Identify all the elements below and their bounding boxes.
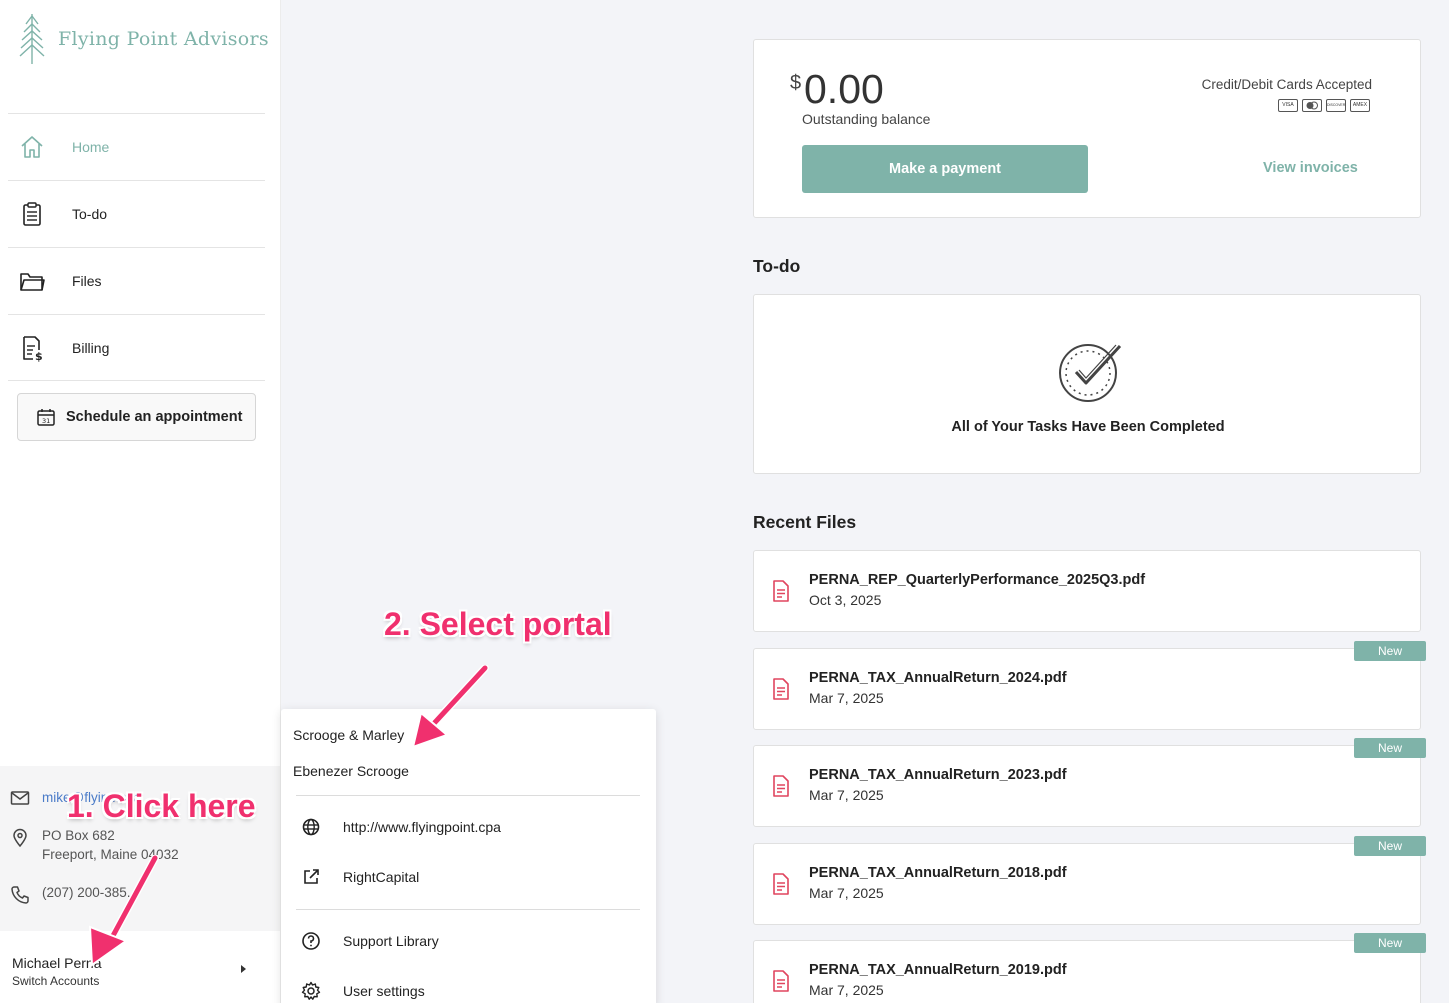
mastercard-icon [1302,99,1322,112]
balance-amount: 0.00 [804,66,884,112]
brand-logo[interactable]: Flying Point Advisors [18,12,269,66]
balance-label: Outstanding balance [802,111,931,127]
home-icon [8,134,56,160]
contact-address-line1: PO Box 682 [42,828,115,843]
new-badge: New [1354,933,1426,953]
pdf-file-icon [773,775,789,797]
pdf-file-icon [773,970,789,992]
file-name: PERNA_TAX_AnnualReturn_2019.pdf [809,962,1067,978]
todo-section-title: To-do [753,256,801,276]
file-name: PERNA_TAX_AnnualReturn_2018.pdf [809,865,1067,881]
pdf-file-icon [773,873,789,895]
tree-logo-icon [19,14,45,64]
phone-icon [11,886,29,904]
pdf-file-icon [773,580,789,602]
caret-right-icon [241,965,246,973]
brand-name: Flying Point Advisors [58,28,269,50]
file-name: PERNA_REP_QuarterlyPerformance_2025Q3.pd… [809,572,1146,588]
mail-icon [10,791,30,805]
nav-files-label: Files [72,273,102,289]
sidebar: Flying Point Advisors Home To-do Files $… [0,0,281,1003]
cards-accepted-label: Credit/Debit Cards Accepted [1201,77,1372,92]
file-row[interactable]: PERNA_TAX_AnnualReturn_2018.pdf Mar 7, 2… [753,843,1421,925]
user-settings-link[interactable]: User settings [343,983,425,999]
nav-billing[interactable]: $ Billing [8,314,265,381]
help-circle-icon [302,932,320,950]
tasks-complete-message: All of Your Tasks Have Been Completed [951,419,1225,435]
discover-card-icon: DISCOVER [1326,99,1346,112]
annotation-select-portal: 2. Select portal [384,606,612,642]
menu-divider [296,795,640,796]
billing-icon: $ [8,334,56,362]
file-date: Mar 7, 2025 [809,787,884,803]
file-date: Mar 7, 2025 [809,885,884,901]
new-badge: New [1354,738,1426,758]
menu-divider [296,909,640,910]
file-row[interactable]: PERNA_TAX_AnnualReturn_2024.pdf Mar 7, 2… [753,648,1421,730]
nav-todo[interactable]: To-do [8,180,265,247]
recent-files-title: Recent Files [753,512,857,532]
file-date: Oct 3, 2025 [809,592,882,608]
nav-billing-label: Billing [72,339,110,356]
folder-icon [8,268,56,294]
new-badge: New [1354,641,1426,661]
balance-card: $ 0.00 Outstanding balance Credit/Debit … [753,39,1421,218]
view-invoices-link[interactable]: View invoices [1263,160,1358,176]
file-row[interactable]: PERNA_REP_QuarterlyPerformance_2025Q3.pd… [753,550,1421,632]
portal-option-ebenezer-scrooge[interactable]: Ebenezer Scrooge [293,763,409,779]
annotation-arrow-icon [88,855,159,967]
make-payment-button[interactable]: Make a payment [802,145,1088,193]
firm-website-link[interactable]: http://www.flyingpoint.cpa [343,819,501,835]
gear-icon [301,981,321,1000]
amex-card-icon: AMEX [1350,99,1370,112]
nav-home-label: Home [72,139,110,155]
todo-card: All of Your Tasks Have Been Completed [753,294,1421,474]
nav-files[interactable]: Files [8,247,265,314]
globe-icon [302,818,320,836]
file-row[interactable]: PERNA_TAX_AnnualReturn_2019.pdf Mar 7, 2… [753,940,1421,1003]
rightcapital-link[interactable]: RightCapital [343,869,419,885]
svg-text:$: $ [35,350,43,362]
new-badge: New [1354,836,1426,856]
schedule-appointment-button[interactable]: 31 Schedule an appointment [17,393,256,441]
sidebar-nav: Home To-do Files $ Billing [8,113,265,381]
clipboard-icon [8,201,56,227]
svg-text:31: 31 [42,417,50,425]
annotation-click-here: 1. Click here [67,788,256,824]
nav-todo-label: To-do [72,206,108,222]
file-row[interactable]: PERNA_TAX_AnnualReturn_2023.pdf Mar 7, 2… [753,745,1421,827]
card-type-icons: VISA DISCOVER AMEX [1278,99,1370,112]
file-date: Mar 7, 2025 [809,690,884,706]
schedule-appointment-label: Schedule an appointment [66,409,243,425]
file-date: Mar 7, 2025 [809,982,884,998]
annotation-arrow-icon [411,665,489,749]
portal-option-scrooge-marley[interactable]: Scrooge & Marley [293,727,404,743]
location-pin-icon [13,828,27,848]
switch-accounts-label: Switch Accounts [12,974,100,988]
pdf-file-icon [773,678,789,700]
currency-symbol: $ [790,72,802,94]
external-link-icon [304,869,319,884]
file-name: PERNA_TAX_AnnualReturn_2024.pdf [809,670,1067,686]
nav-home[interactable]: Home [8,113,265,180]
file-name: PERNA_TAX_AnnualReturn_2023.pdf [809,767,1067,783]
visa-card-icon: VISA [1278,99,1298,112]
support-library-link[interactable]: Support Library [343,933,439,949]
tasks-complete-check-icon [1059,344,1122,402]
calendar-icon: 31 [37,409,55,426]
